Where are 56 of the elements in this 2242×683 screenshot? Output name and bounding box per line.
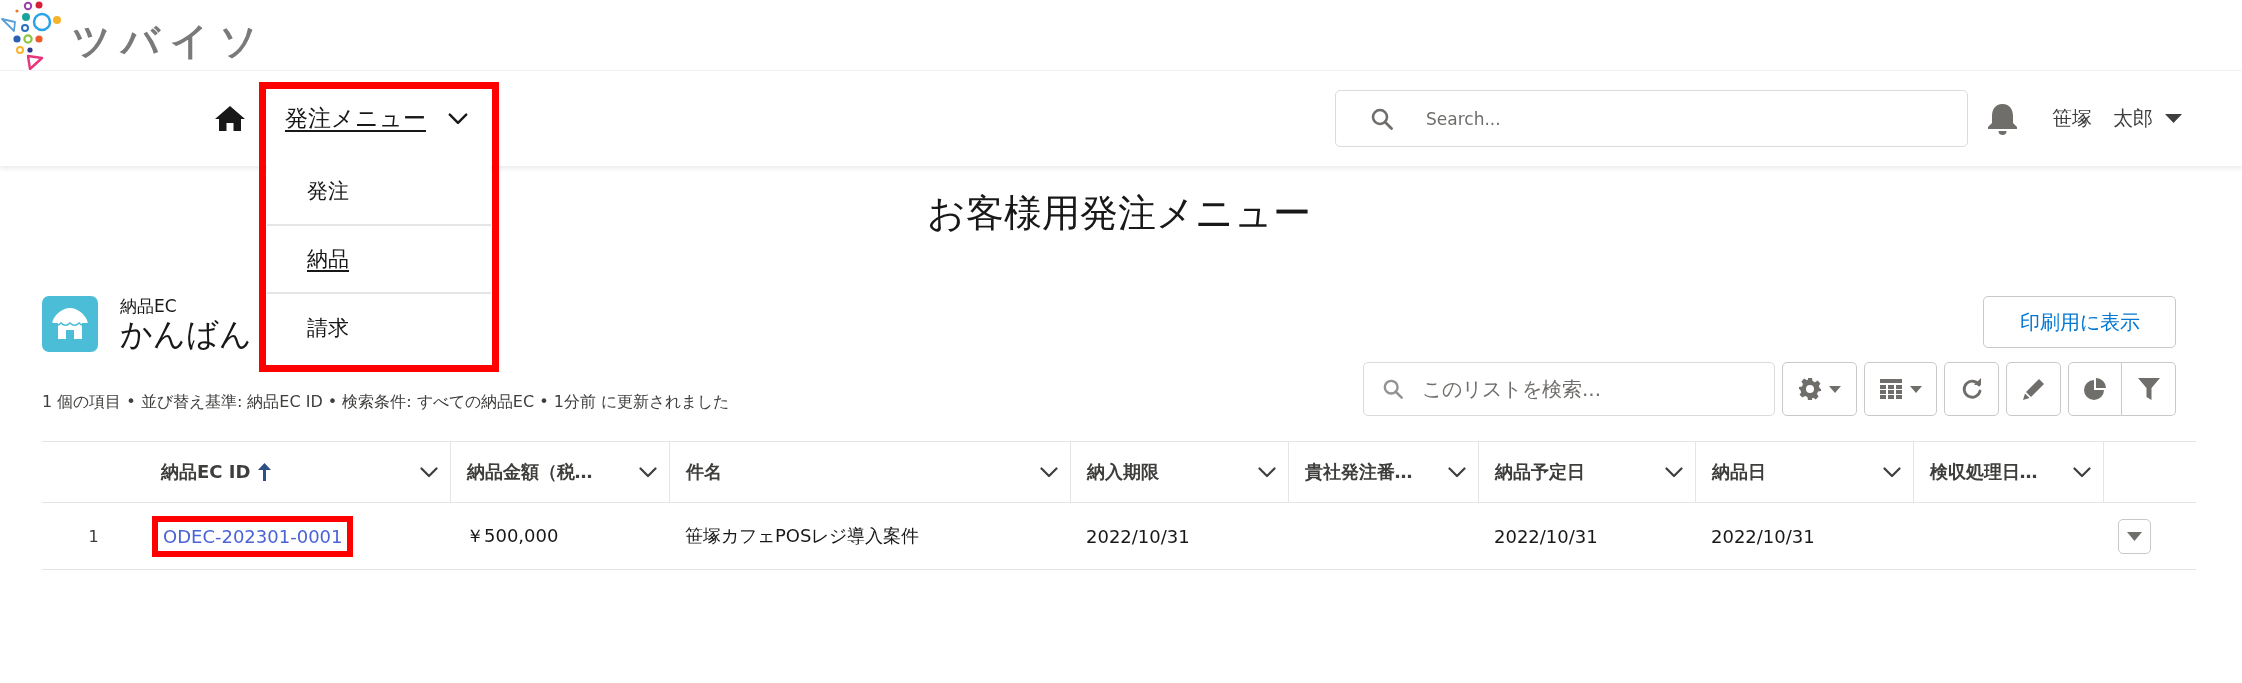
- hut-icon: [42, 296, 98, 352]
- table-cell: 2022/10/31: [1478, 502, 1695, 570]
- chevron-down-icon: [1447, 466, 1466, 478]
- chevron-down-icon: [1039, 466, 1058, 478]
- pie-chart-icon: [2084, 378, 2106, 400]
- caret-down-icon: [1828, 385, 1841, 393]
- table-view-button[interactable]: [1864, 362, 1937, 416]
- caret-down-icon: [1909, 385, 1922, 393]
- list-title: かんばん: [120, 316, 252, 352]
- table-cell: 笹塚カフェPOSレジ導入案件: [669, 502, 1070, 570]
- search-field[interactable]: Search...: [1335, 90, 1968, 147]
- column-header[interactable]: 納入期限: [1070, 441, 1288, 503]
- table-cell: 2022/10/31: [1070, 502, 1288, 570]
- refresh-button[interactable]: [1944, 362, 1999, 416]
- edit-button[interactable]: [2006, 362, 2061, 416]
- search-icon: [1383, 379, 1403, 399]
- settings-button[interactable]: [1782, 362, 1857, 416]
- settings-icon: [1798, 378, 1821, 400]
- list-info-text: 1 個の項目 • 並び替え基準: 納品EC ID • 検索条件: すべての納品EC • 1分前 に更新されました: [42, 392, 729, 412]
- row-actions-button[interactable]: [2118, 518, 2151, 554]
- column-header[interactable]: 納品EC ID: [145, 441, 450, 503]
- chevron-down-icon: [448, 112, 468, 125]
- chevron-down-icon: [638, 466, 657, 478]
- column-header[interactable]: 納品予定日: [1478, 441, 1695, 503]
- column-header[interactable]: 納品日: [1695, 441, 1913, 503]
- chevron-down-icon: [2072, 466, 2091, 478]
- column-header[interactable]: 件名: [669, 441, 1070, 503]
- search-icon: [1371, 107, 1393, 130]
- caret-down-icon: [2165, 114, 2182, 123]
- row-number: 1: [42, 502, 145, 570]
- filter-button[interactable]: [2122, 362, 2176, 416]
- object-label: 納品EC: [120, 296, 178, 316]
- bell-icon[interactable]: [1986, 102, 2019, 135]
- logo-text: ツバイソ: [72, 22, 268, 60]
- logo-icon: [0, 0, 62, 70]
- chevron-down-icon: [419, 466, 438, 478]
- chevron-down-icon: [1664, 466, 1683, 478]
- home-icon[interactable]: [215, 106, 245, 131]
- table-grid-icon: [1879, 378, 1902, 400]
- list-search-field[interactable]: このリストを検索...: [1363, 362, 1775, 416]
- chevron-down-icon: [1257, 466, 1276, 478]
- table-cell: ￥500,000: [450, 502, 669, 570]
- caret-down-icon: [2127, 531, 2142, 541]
- column-header[interactable]: 貴社発注番…: [1288, 441, 1478, 503]
- chevron-down-icon: [1882, 466, 1901, 478]
- page-title: お客様用発注メニュー: [927, 190, 1311, 236]
- chart-button[interactable]: [2068, 362, 2122, 416]
- table-cell: 2022/10/31: [1695, 502, 1913, 570]
- print-view-button[interactable]: 印刷用に表示: [1983, 296, 2176, 348]
- record-link[interactable]: ODEC-202301-0001: [163, 525, 343, 547]
- filter-icon: [2137, 378, 2160, 400]
- pencil-icon: [2022, 378, 2045, 400]
- column-header[interactable]: 納品金額（税…: [450, 441, 669, 503]
- refresh-icon: [1960, 378, 1983, 400]
- column-header[interactable]: 検収処理日…: [1913, 441, 2103, 503]
- user-menu-button[interactable]: 笹塚 太郎: [2052, 105, 2182, 132]
